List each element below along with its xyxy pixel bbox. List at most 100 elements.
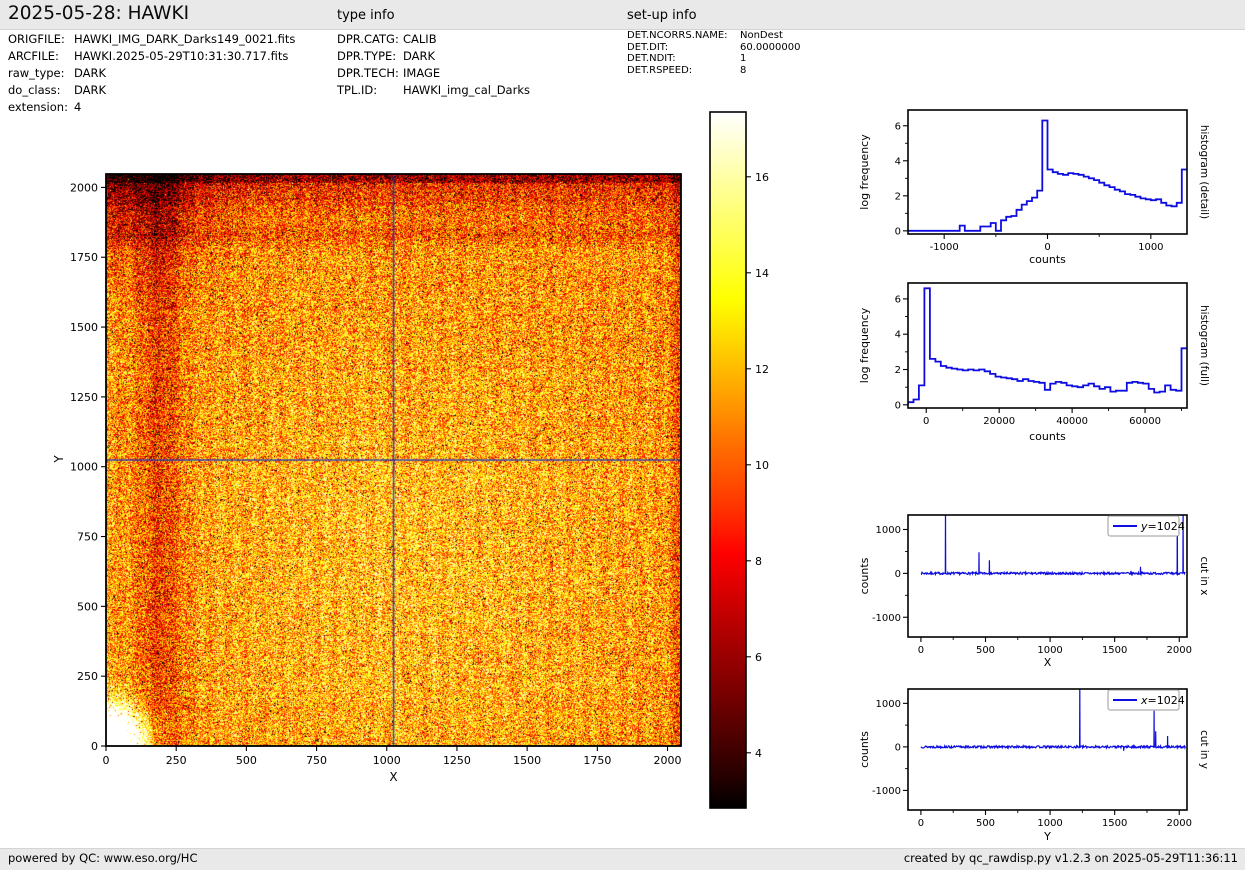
y-tick-label: 1000 — [876, 525, 901, 536]
histogram-full-chart: 0 20000 40000 60000 0 2 4 6 counts log frequency h… — [858, 282, 1210, 443]
y-tick-label: 2000 — [70, 181, 98, 194]
field-value: 8 — [740, 64, 747, 76]
x-tick-label: 500 — [236, 754, 257, 767]
x-tick-label: 0 — [1044, 242, 1050, 253]
x-tick-label: 1750 — [583, 754, 611, 767]
field-value: HAWKI.2025-05-29T10:31:30.717.fits — [74, 49, 289, 63]
x-tick-label: 1000 — [1037, 645, 1062, 656]
field-label: DPR.TYPE: — [337, 49, 397, 63]
type-info-row: DPR.TECH: IMAGE — [337, 65, 530, 82]
x-tick-label: 60000 — [1129, 416, 1161, 427]
field-value: HAWKI_img_cal_Darks — [403, 83, 530, 97]
file-info-row: raw_type: DARK — [8, 65, 295, 82]
cut-in-x-chart: 0 500 1000 1500 2000-100001000Xcounts cut in … — [858, 514, 1210, 669]
colorbar — [710, 112, 746, 808]
main-x-axis-label: X — [389, 770, 398, 784]
legend-label: y=1024 — [1140, 520, 1185, 533]
x-tick-label: 1500 — [1102, 818, 1127, 829]
x-tick-label: 2000 — [1167, 645, 1192, 656]
histogram_detail-right-label: histogram (detail) — [1198, 125, 1210, 219]
histogram_full-right-label: histogram (full) — [1198, 305, 1210, 386]
x-tick-label: 1500 — [513, 754, 541, 767]
histogram_full-plot: 0 20000 40000 60000 0 2 4 6 counts log frequency h… — [858, 282, 1210, 443]
y-tick-label: 4 — [895, 330, 901, 341]
footer-created-by: created by qc_rawdisp.py v1.2.3 on 2025-… — [903, 851, 1238, 865]
x-tick-label: 0 — [103, 754, 110, 767]
footer-powered-by: powered by QC: www.eso.org/HC — [8, 851, 198, 865]
field-value: NonDest — [740, 30, 783, 41]
field-value: 4 — [74, 100, 82, 114]
field-label: raw_type: — [8, 66, 65, 80]
x-tick-label: 20000 — [983, 416, 1015, 427]
histogram_detail-x-axis-label: counts — [1029, 253, 1066, 266]
y-tick-label: 6 — [895, 121, 901, 132]
setup-info-row: DET.RSPEED: 8 — [627, 65, 800, 77]
field-value: 60.0000000 — [740, 41, 801, 53]
y-tick-label: 0 — [895, 400, 901, 411]
dark-frame-image — [106, 174, 681, 746]
field-label: ORIGFILE: — [8, 32, 65, 46]
y-tick-label: 1500 — [70, 321, 98, 334]
field-label: ARCFILE: — [8, 49, 59, 63]
file-info-row: do_class: DARK — [8, 82, 295, 99]
field-label: extension: — [8, 100, 68, 114]
histogram_full-line — [908, 287, 1187, 405]
field-label: TPL.ID: — [337, 83, 378, 97]
page-title: 2025-05-28: HAWKI — [8, 3, 190, 24]
x-tick-label: 1000 — [373, 754, 401, 767]
histogram_detail-y-axis-label: log frequency — [858, 134, 871, 210]
x-tick-label: 500 — [976, 818, 995, 829]
y-tick-label: 0 — [895, 226, 901, 237]
field-label: DET.NCORRS.NAME: — [627, 30, 728, 41]
y-tick-label: 0 — [895, 742, 901, 753]
setup-info-heading: set-up info — [627, 8, 697, 23]
y-tick-label: 250 — [77, 670, 98, 683]
x-tick-label: 500 — [976, 645, 995, 656]
y-tick-label: 750 — [77, 531, 98, 544]
type-info-block: DPR.CATG: CALIB DPR.TYPE: DARK DPR.TECH: IM… — [337, 31, 530, 99]
file-info-row: extension: 4 — [8, 99, 295, 116]
type-info-row: TPL.ID: HAWKI_img_cal_Darks — [337, 82, 530, 99]
colorbar-tick-label: 6 — [755, 651, 762, 664]
type-info-heading: type info — [337, 8, 395, 23]
cut_in_x-right-label: cut in x — [1198, 556, 1210, 595]
y-tick-label: 2 — [895, 365, 901, 376]
field-label: DET.DIT: — [627, 41, 669, 53]
x-tick-label: 2000 — [654, 754, 682, 767]
x-tick-label: 0 — [918, 818, 924, 829]
file-info-block: ORIGFILE: HAWKI_IMG_DARK_Darks149_0021.fi… — [8, 31, 295, 116]
x-tick-label: 1250 — [443, 754, 471, 767]
type-info-row: DPR.TYPE: DARK — [337, 48, 530, 65]
field-value: DARK — [74, 83, 107, 97]
field-value: DARK — [74, 66, 107, 80]
qc-report-page: 2025-05-28: HAWKI type info set-up info … — [0, 0, 1245, 870]
colorbar-tick-label: 16 — [755, 171, 769, 184]
y-tick-label: -1000 — [872, 613, 901, 624]
cut_in_x-plot: 0 500 1000 1500 2000-100001000Xcounts cut in … — [858, 514, 1210, 669]
x-tick-label: 1000 — [1138, 242, 1163, 253]
field-value: CALIB — [403, 32, 437, 46]
colorbar-tick-label: 4 — [755, 747, 762, 760]
histogram_detail-plot: -1000 0 1000 0 2 4 6 counts log frequency histogr… — [858, 109, 1210, 266]
cut_in_y-x-axis-label: Y — [1043, 830, 1051, 843]
cut-in-y-chart: 0 500 1000 1500 2000-100001000Ycounts cut in … — [858, 688, 1210, 843]
y-tick-label: 2 — [895, 191, 901, 202]
x-tick-label: 2000 — [1167, 818, 1192, 829]
file-info-row: ARCFILE: HAWKI.2025-05-29T10:31:30.717.fi… — [8, 48, 295, 65]
x-tick-label: -1000 — [930, 242, 959, 253]
setup-info-row: DET.DIT: 60.0000000 — [627, 42, 800, 54]
y-tick-label: 1750 — [70, 251, 98, 264]
y-tick-label: 1000 — [876, 699, 901, 710]
cut_in_x-y-axis-label: counts — [858, 557, 871, 594]
file-info-row: ORIGFILE: HAWKI_IMG_DARK_Darks149_0021.fi… — [8, 31, 295, 48]
x-tick-label: 40000 — [1056, 416, 1088, 427]
x-tick-label: 250 — [166, 754, 187, 767]
field-value: 1 — [740, 53, 747, 64]
histogram_full-x-axis-label: counts — [1029, 430, 1066, 443]
x-tick-label: 0 — [923, 416, 929, 427]
setup-info-row: DET.NCORRS.NAME: NonDest — [627, 30, 800, 42]
x-tick-label: 0 — [918, 645, 924, 656]
main-y-axis-label: Y — [52, 455, 66, 463]
y-tick-label: 0 — [895, 569, 901, 580]
y-tick-label: 0 — [91, 740, 98, 753]
